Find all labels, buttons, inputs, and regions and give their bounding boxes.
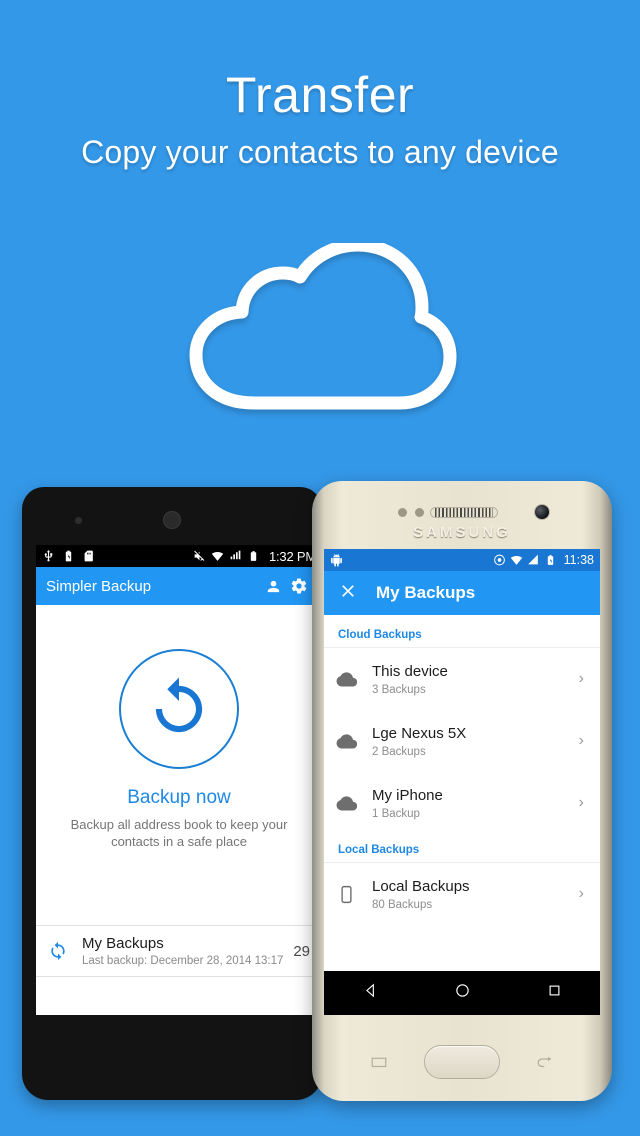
phone-icon — [336, 884, 370, 905]
battery-icon — [547, 555, 553, 565]
wifi-icon — [211, 551, 224, 561]
cloud-outline-icon — [186, 243, 458, 413]
list-item-title: Lge Nexus 5X — [372, 724, 467, 742]
left-phone-screen: 1:32 PM Simpler Backup Backup now Backup… — [36, 545, 322, 1015]
physical-home-button[interactable] — [424, 1045, 500, 1079]
list-item-subtitle: 80 Backups — [372, 898, 433, 911]
gear-icon[interactable] — [286, 573, 312, 599]
wifi-icon — [510, 555, 522, 565]
chevron-right-icon: › — [578, 732, 584, 749]
signal-icon — [527, 554, 538, 565]
backup-now-label: Backup now — [127, 787, 231, 808]
back-triangle-icon[interactable] — [362, 982, 379, 1004]
home-circle-icon[interactable] — [454, 982, 471, 1004]
right-app-bar: My Backups — [324, 571, 600, 615]
backup-now-description: Backup all address book to keep your con… — [70, 817, 288, 849]
right-phone-device: SAMSUNG 11:38 My Backups Cloud Backups T… — [312, 481, 612, 1101]
page-subtitle: Copy your contacts to any device — [81, 134, 559, 170]
list-item-subtitle: 1 Backup — [372, 807, 420, 820]
cloud-icon — [336, 793, 370, 814]
list-item-subtitle: 3 Backups — [372, 683, 426, 696]
restore-circle-icon — [155, 677, 203, 733]
android-nav-bar — [324, 971, 600, 1015]
list-item-title: Local Backups — [372, 877, 470, 895]
left-phone-content: Backup now Backup all address book to ke… — [36, 605, 322, 1015]
person-icon[interactable] — [260, 573, 286, 599]
cloud-icon — [336, 731, 370, 752]
signal-icon — [230, 550, 241, 560]
cloud-icon — [336, 669, 370, 690]
list-item[interactable]: Lge Nexus 5X 2 Backups › — [324, 710, 600, 772]
left-phone-device: 1:32 PM Simpler Backup Backup now Backup… — [22, 487, 322, 1100]
left-status-clock: 1:32 PM — [268, 548, 316, 564]
front-camera-icon — [75, 517, 82, 524]
right-status-clock: 11:38 — [563, 553, 594, 567]
front-camera-icon — [534, 504, 550, 520]
close-icon[interactable] — [338, 581, 358, 606]
my-backups-count: 29 — [293, 942, 310, 960]
sync-icon — [48, 941, 78, 961]
earpiece-speaker-icon — [163, 511, 181, 529]
left-status-bar: 1:32 PM — [36, 545, 322, 567]
list-item-title: This device — [372, 662, 448, 680]
back-key-icon[interactable] — [534, 1053, 556, 1071]
right-app-title: My Backups — [376, 583, 476, 602]
device-brand-label: SAMSUNG — [413, 524, 511, 541]
my-backups-title: My Backups — [82, 935, 164, 952]
left-app-title: Simpler Backup — [46, 577, 152, 595]
left-app-bar: Simpler Backup — [36, 567, 322, 605]
backup-now-button[interactable] — [119, 649, 239, 769]
chevron-right-icon: › — [578, 794, 584, 811]
section-header-cloud: Cloud Backups — [324, 619, 600, 648]
usb-icon — [44, 550, 53, 562]
right-status-bar: 11:38 — [324, 549, 600, 571]
battery-icon — [250, 551, 257, 561]
section-header-local: Local Backups — [324, 834, 600, 863]
volume-mute-icon — [194, 550, 205, 561]
my-backups-subtitle: Last backup: December 28, 2014 13:17 — [82, 955, 284, 967]
recents-square-icon[interactable] — [547, 983, 562, 1003]
android-robot-icon — [331, 553, 342, 567]
list-item[interactable]: Local Backups 80 Backups › — [324, 863, 600, 925]
battery-charging-icon — [65, 550, 72, 562]
proximity-sensors-icon — [398, 508, 424, 517]
sync-icon — [493, 554, 505, 566]
list-item[interactable]: This device 3 Backups › — [324, 648, 600, 710]
earpiece-speaker-icon — [430, 507, 498, 518]
list-item[interactable]: My iPhone 1 Backup › — [324, 772, 600, 834]
backups-list: Cloud Backups This device 3 Backups › Lg… — [324, 615, 600, 971]
right-phone-screen: 11:38 My Backups Cloud Backups This devi… — [324, 549, 600, 1015]
my-backups-row[interactable]: My Backups Last backup: December 28, 201… — [36, 925, 322, 977]
sd-card-off-icon — [84, 550, 93, 562]
chevron-right-icon: › — [578, 670, 584, 687]
list-item-title: My iPhone — [372, 786, 443, 804]
recents-key-icon[interactable] — [368, 1053, 390, 1071]
list-item-subtitle: 2 Backups — [372, 745, 426, 758]
chevron-right-icon: › — [578, 885, 584, 902]
page-title: Transfer — [225, 67, 415, 123]
